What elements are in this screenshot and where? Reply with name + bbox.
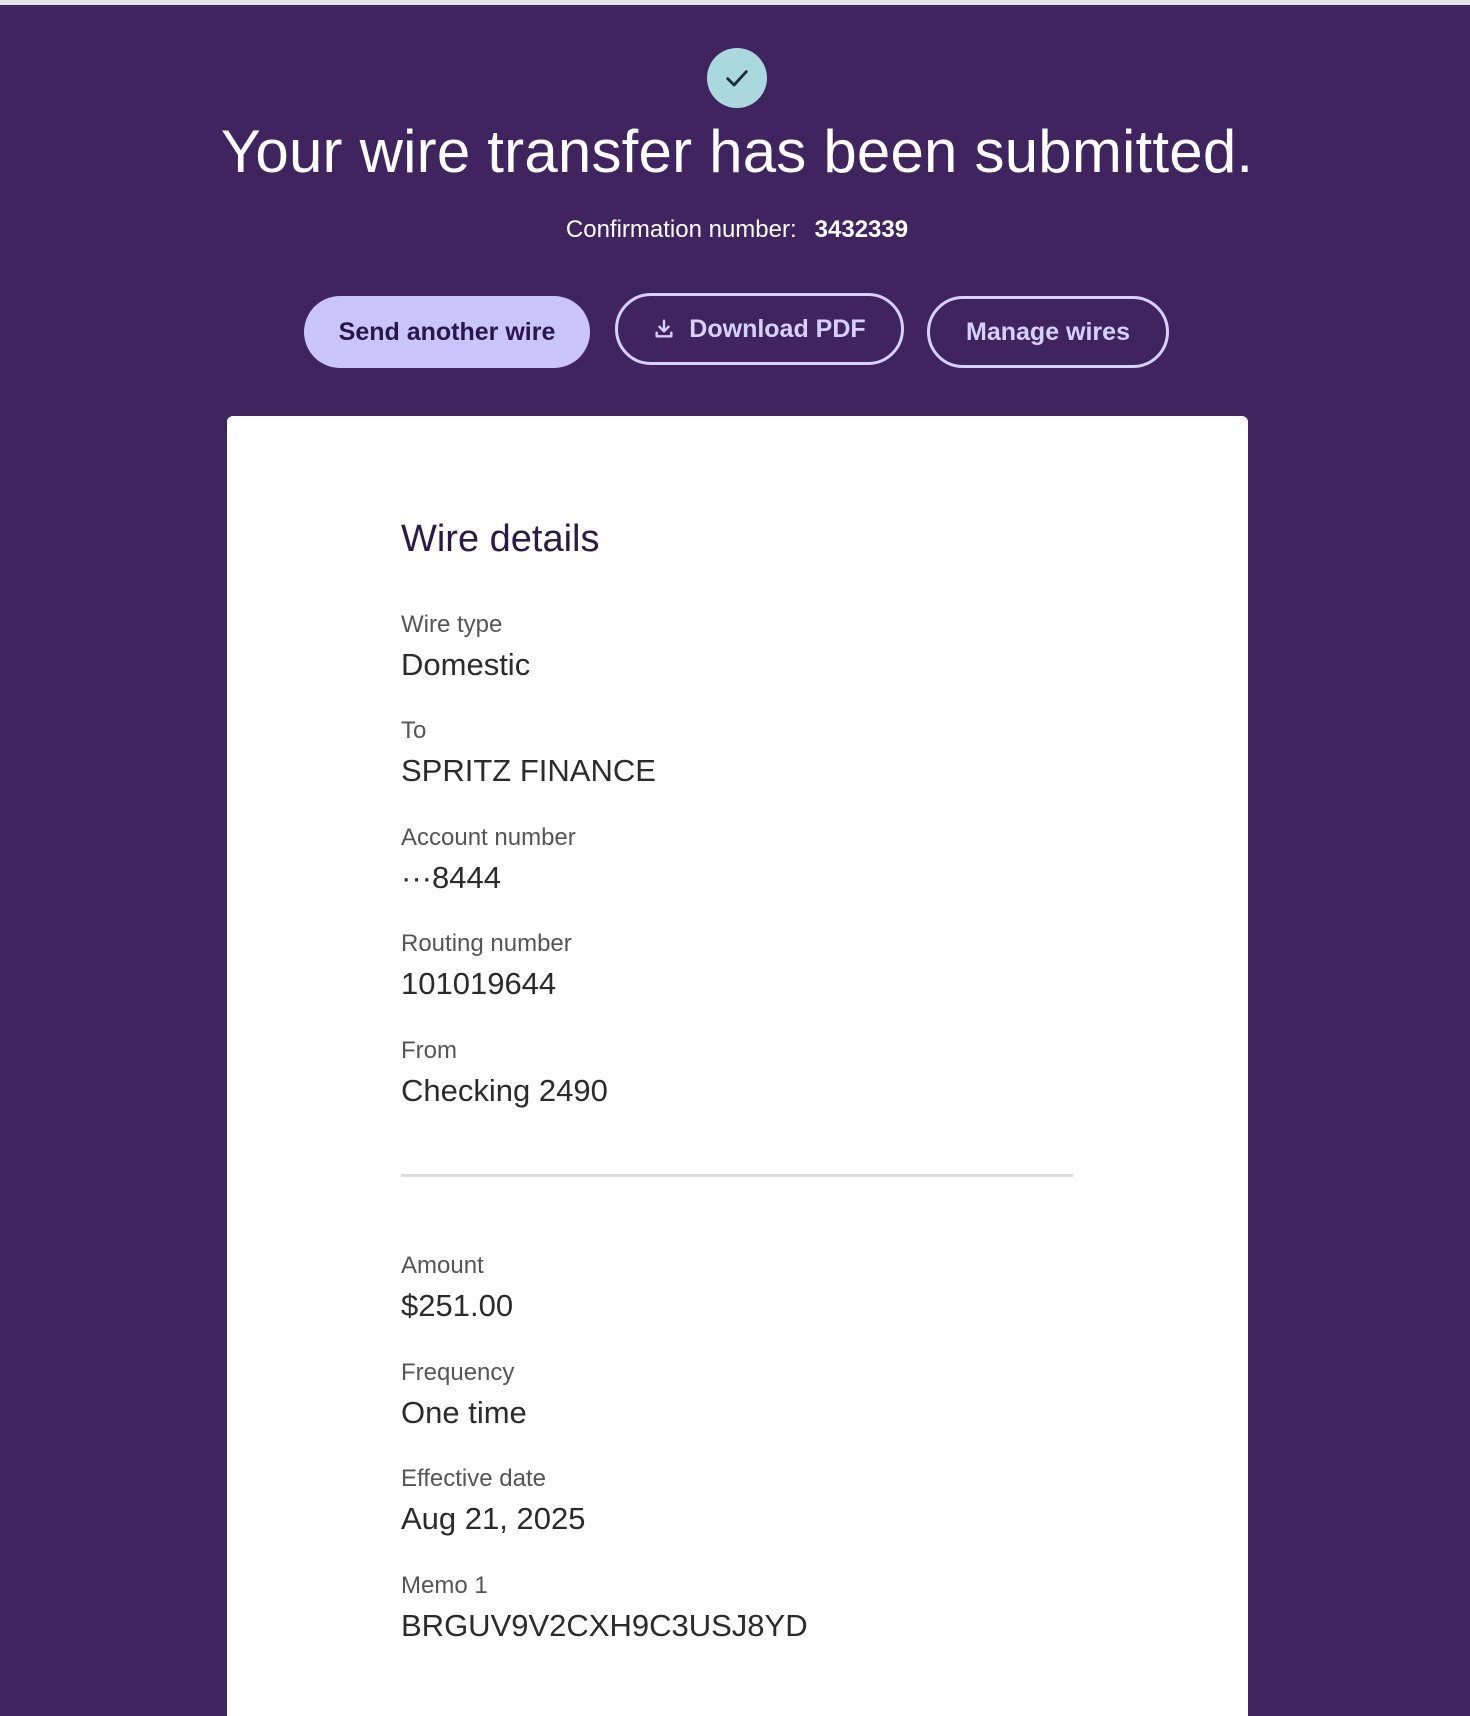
frequency-value: One time — [401, 1395, 527, 1430]
confirmation-number: 3432339 — [814, 216, 909, 243]
confirmation-page: Your wire transfer has been submitted. C… — [0, 5, 1470, 1716]
routing-number-value: 101019644 — [401, 966, 557, 1001]
amount-value: $251.00 — [401, 1288, 514, 1323]
to-value: SPRITZ FINANCE — [401, 753, 656, 788]
checkmark-icon — [726, 70, 748, 87]
memo-1-field: Memo 1 BRGUV9V2CXH9C3USJ8YD — [401, 1572, 808, 1644]
wire-type-field: Wire type Domestic — [401, 611, 530, 683]
confirmation-label: Confirmation number: — [565, 216, 797, 243]
amount-label: Amount — [401, 1252, 484, 1279]
to-label: To — [401, 717, 427, 744]
account-number-field: Account number ···8444 — [401, 824, 576, 896]
memo-1-value: BRGUV9V2CXH9C3USJ8YD — [401, 1608, 808, 1643]
account-number-label: Account number — [401, 824, 576, 851]
routing-number-label: Routing number — [401, 930, 572, 957]
memo-1-label: Memo 1 — [401, 1572, 488, 1599]
account-number-value: ···8444 — [401, 860, 501, 895]
amount-field: Amount $251.00 — [401, 1252, 513, 1324]
from-field: From Checking 2490 — [401, 1037, 608, 1109]
download-icon — [653, 318, 675, 340]
effective-date-field: Effective date Aug 21, 2025 — [401, 1465, 585, 1537]
to-field: To SPRITZ FINANCE — [401, 717, 656, 789]
send-another-wire-button[interactable]: Send another wire — [304, 296, 590, 368]
effective-date-label: Effective date — [401, 1465, 546, 1492]
page-title: Your wire transfer has been submitted. — [220, 118, 1254, 185]
from-label: From — [401, 1037, 457, 1064]
from-value: Checking 2490 — [401, 1073, 608, 1108]
manage-wires-label: Manage wires — [966, 317, 1130, 346]
manage-wires-button[interactable]: Manage wires — [927, 296, 1169, 368]
send-another-wire-label: Send another wire — [338, 317, 556, 346]
confirmation-line: Confirmation number: 3432339 — [0, 216, 1470, 244]
wire-type-label: Wire type — [401, 611, 503, 638]
frequency-field: Frequency One time — [401, 1359, 527, 1431]
section-divider — [401, 1174, 1073, 1177]
effective-date-value: Aug 21, 2025 — [401, 1501, 586, 1536]
routing-number-field: Routing number 101019644 — [401, 930, 572, 1002]
wire-type-value: Domestic — [401, 647, 531, 682]
wire-details-card: Wire details Wire type Domestic To SPRIT… — [227, 416, 1248, 1716]
success-check-badge — [707, 48, 767, 108]
download-pdf-button[interactable]: Download PDF — [615, 293, 904, 365]
download-pdf-label: Download PDF — [689, 314, 866, 343]
wire-details-title: Wire details — [401, 518, 600, 560]
frequency-label: Frequency — [401, 1359, 515, 1386]
